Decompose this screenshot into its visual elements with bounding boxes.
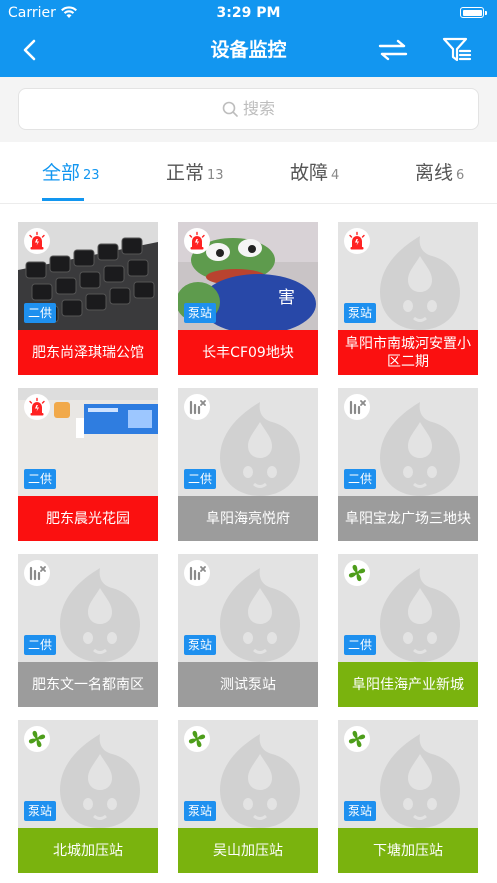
- device-card[interactable]: 泵站 吴山加压站: [178, 720, 318, 873]
- device-card[interactable]: 泵站 阜阳市南城河安置小区二期: [338, 222, 478, 375]
- offline-icon: [184, 394, 210, 420]
- tab-label: 正常: [166, 162, 205, 184]
- device-name: 阜阳佳海产业新城: [338, 662, 478, 707]
- photo-caption-text: 害: [278, 288, 295, 308]
- device-type-badge: 二供: [24, 635, 57, 655]
- device-type-badge: 二供: [24, 469, 57, 489]
- device-card[interactable]: 泵站 测试泵站: [178, 554, 318, 707]
- device-card[interactable]: 泵站 下塘加压站: [338, 720, 478, 873]
- search-section: 搜索: [0, 77, 497, 142]
- device-type-badge: 泵站: [184, 303, 217, 323]
- search-placeholder: 搜索: [242, 99, 275, 118]
- device-card[interactable]: 二供 肥东尚泽琪瑞公馆: [18, 222, 158, 375]
- device-name: 下塘加压站: [338, 828, 478, 873]
- offline-icon: [184, 560, 210, 586]
- device-card[interactable]: 二供 肥东晨光花园: [18, 388, 158, 541]
- switch-view-button[interactable]: [378, 38, 408, 62]
- navigation-bar: 设备监控: [0, 28, 497, 72]
- swap-arrows-icon: [378, 39, 408, 61]
- device-card[interactable]: 二供 阜阳宝龙广场三地块: [338, 388, 478, 541]
- battery-icon: [460, 7, 487, 18]
- fan-running-icon: [184, 726, 210, 752]
- tab-offline[interactable]: 离线 6: [415, 160, 464, 186]
- status-bar: Carrier 3:29 PM: [0, 4, 497, 22]
- device-name: 北城加压站: [18, 828, 158, 873]
- tab-count: 13: [207, 168, 224, 183]
- filter-icon: [442, 37, 472, 62]
- device-type-badge: 泵站: [184, 635, 217, 655]
- device-card[interactable]: 二供 阜阳佳海产业新城: [338, 554, 478, 707]
- search-icon: [222, 101, 238, 117]
- device-grid: 二供 肥东尚泽琪瑞公馆 害 泵站 长丰CF09地块 泵站 阜阳市南城河安置小区二…: [0, 204, 497, 883]
- device-type-badge: 二供: [184, 469, 217, 489]
- device-name: 肥东尚泽琪瑞公馆: [18, 330, 158, 375]
- device-name: 长丰CF09地块: [178, 330, 318, 375]
- tab-count: 4: [331, 168, 340, 183]
- alarm-icon: [344, 228, 370, 254]
- device-card[interactable]: 泵站 北城加压站: [18, 720, 158, 873]
- offline-icon: [24, 560, 50, 586]
- device-type-badge: 二供: [344, 635, 377, 655]
- device-name: 阜阳宝龙广场三地块: [338, 496, 478, 541]
- status-time: 3:29 PM: [216, 5, 281, 21]
- tab-count: 6: [456, 168, 465, 183]
- fan-running-icon: [344, 726, 370, 752]
- tab-all[interactable]: 全部 23: [42, 160, 100, 186]
- device-type-badge: 泵站: [344, 801, 377, 821]
- device-card[interactable]: 二供 阜阳海亮悦府: [178, 388, 318, 541]
- alarm-icon: [184, 228, 210, 254]
- tab-label: 离线: [415, 162, 454, 184]
- fan-running-icon: [344, 560, 370, 586]
- filter-button[interactable]: [442, 36, 472, 64]
- tab-label: 故障: [290, 162, 329, 184]
- device-name: 吴山加压站: [178, 828, 318, 873]
- device-card[interactable]: 害 泵站 长丰CF09地块: [178, 222, 318, 375]
- tab-count: 23: [83, 168, 100, 183]
- tab-normal[interactable]: 正常 13: [166, 160, 224, 186]
- device-name: 测试泵站: [178, 662, 318, 707]
- device-type-badge: 泵站: [24, 801, 57, 821]
- status-tabs: 全部 23 正常 13 故障 4 离线 6: [0, 142, 497, 204]
- fan-running-icon: [24, 726, 50, 752]
- search-input[interactable]: 搜索: [18, 88, 479, 130]
- top-bar: Carrier 3:29 PM 设备监控: [0, 0, 497, 77]
- alarm-icon: [24, 394, 50, 420]
- device-type-badge: 二供: [344, 469, 377, 489]
- device-name: 阜阳海亮悦府: [178, 496, 318, 541]
- device-name: 阜阳市南城河安置小区二期: [338, 330, 478, 375]
- tab-label: 全部: [42, 162, 81, 184]
- device-card[interactable]: 二供 肥东文一名都南区: [18, 554, 158, 707]
- offline-icon: [344, 394, 370, 420]
- page-title: 设备监控: [210, 39, 287, 61]
- tab-fault[interactable]: 故障 4: [290, 160, 339, 186]
- device-type-badge: 泵站: [184, 801, 217, 821]
- device-name: 肥东文一名都南区: [18, 662, 158, 707]
- active-tab-indicator: [42, 198, 84, 201]
- device-type-badge: 二供: [24, 303, 57, 323]
- alarm-icon: [24, 228, 50, 254]
- device-name: 肥东晨光花园: [18, 496, 158, 541]
- device-type-badge: 泵站: [344, 303, 377, 323]
